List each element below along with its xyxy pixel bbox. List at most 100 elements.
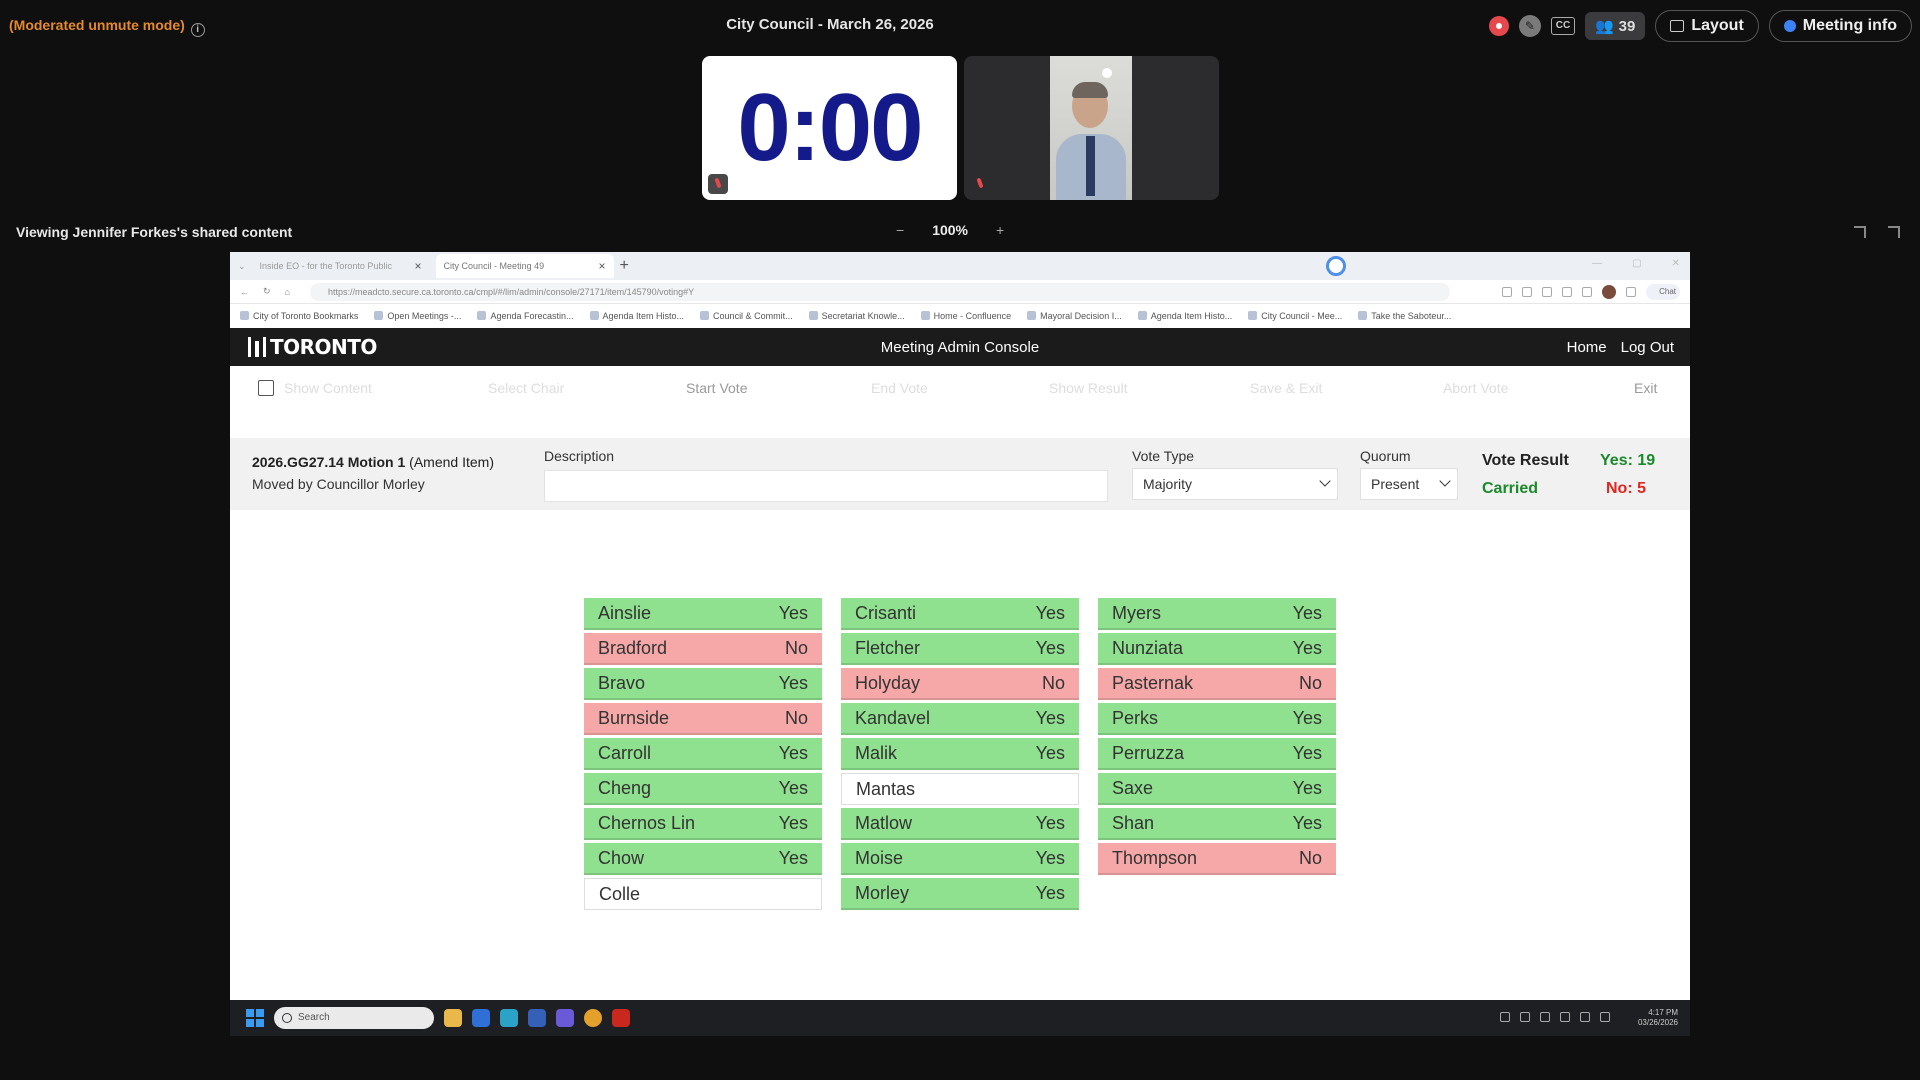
- battery-icon[interactable]: [1600, 1012, 1610, 1022]
- mic-icon[interactable]: [1540, 1012, 1550, 1022]
- tab-list-chevron-icon[interactable]: ⌄: [238, 261, 246, 272]
- copilot-chat-button[interactable]: Chat: [1646, 284, 1680, 300]
- motion-details: 2026.GG27.14 Motion 1 (Amend Item) Moved…: [230, 438, 1690, 510]
- back-icon[interactable]: ←: [240, 287, 249, 297]
- fullscreen-icon[interactable]: [1888, 226, 1900, 238]
- show-content-toggle[interactable]: Show Content: [258, 380, 372, 396]
- vote-row: Burnside No: [584, 703, 822, 735]
- councillor-name: Crisanti: [855, 602, 917, 623]
- volume-icon[interactable]: [1580, 1012, 1590, 1022]
- councillor-name: Bradford: [598, 637, 668, 658]
- address-bar[interactable]: https://meadcto.secure.ca.toronto.ca/cmp…: [309, 282, 1450, 301]
- select-chair-button[interactable]: Select Chair: [488, 380, 564, 396]
- participant-video-tile[interactable]: [964, 56, 1219, 200]
- browser-tab-active[interactable]: City Council - Meeting 49 ×: [435, 254, 614, 278]
- quorum-value: Present: [1371, 476, 1420, 492]
- bookmark-item[interactable]: City Council - Mee...: [1248, 311, 1342, 321]
- app-header: TORONTO Meeting Admin Console Home Log O…: [230, 328, 1690, 366]
- vote-column-3: Myers Yes Nunziata Yes Pasternak No Perks Yes Pe…: [1098, 598, 1336, 878]
- bookmark-item[interactable]: Open Meetings -...: [374, 311, 461, 321]
- captions-icon[interactable]: CC: [1550, 17, 1575, 35]
- taskbar-search[interactable]: Search: [274, 1007, 434, 1029]
- edge-icon[interactable]: [500, 1009, 518, 1027]
- favorite-icon[interactable]: [1542, 287, 1552, 297]
- close-window-icon[interactable]: ✕: [1672, 258, 1680, 269]
- quorum-select[interactable]: Present: [1360, 468, 1458, 500]
- more-icon[interactable]: [1626, 287, 1636, 297]
- windows-taskbar: Search 4:17 PM 03/26/2026: [230, 1000, 1690, 1036]
- vote-type-select[interactable]: Majority: [1132, 468, 1338, 500]
- chevron-down-icon: [1439, 475, 1451, 487]
- show-content-label: Show Content: [284, 380, 372, 396]
- bookmark-item[interactable]: Agenda Item Histo...: [590, 311, 685, 321]
- bookmark-item[interactable]: Council & Commit...: [700, 311, 793, 321]
- layout-button[interactable]: Layout: [1655, 10, 1759, 42]
- vote-row: Shan Yes: [1098, 808, 1336, 840]
- reload-icon[interactable]: ↻: [263, 286, 271, 297]
- pop-out-icon[interactable]: [1854, 226, 1866, 238]
- vote-row: Chow Yes: [584, 843, 822, 875]
- bookmark-item[interactable]: Take the Saboteur...: [1358, 311, 1451, 321]
- vote-value: Yes: [1292, 812, 1322, 833]
- browser-tab[interactable]: Inside EO - for the Toronto Public ×: [252, 254, 430, 278]
- close-tab-icon[interactable]: ×: [415, 259, 422, 273]
- participants-button[interactable]: 👥 39: [1584, 12, 1646, 40]
- close-tab-icon[interactable]: ×: [599, 259, 606, 273]
- vote-type-value: Majority: [1143, 476, 1193, 492]
- vote-value: No: [1041, 672, 1065, 693]
- timer-tile[interactable]: 0:00: [702, 56, 957, 200]
- recording-icon[interactable]: [1488, 16, 1509, 36]
- profile-avatar[interactable]: [1602, 285, 1616, 299]
- onedrive-icon[interactable]: [1520, 1012, 1530, 1022]
- new-tab-icon[interactable]: +: [620, 257, 629, 275]
- vote-row: Bradford No: [584, 633, 822, 665]
- councillor-name: Nunziata: [1112, 637, 1184, 658]
- chrome-icon[interactable]: [584, 1009, 602, 1027]
- outlook-icon[interactable]: [472, 1009, 490, 1027]
- description-field[interactable]: [544, 470, 1108, 502]
- bookmark-item[interactable]: Home - Confluence: [921, 311, 1012, 321]
- collections-icon[interactable]: [1582, 287, 1592, 297]
- ai-assistant-icon[interactable]: ✎: [1518, 15, 1541, 37]
- read-aloud-icon[interactable]: [1522, 287, 1532, 297]
- vote-value: No: [784, 707, 808, 728]
- abort-vote-button[interactable]: Abort Vote: [1443, 380, 1508, 396]
- exit-button[interactable]: Exit: [1634, 380, 1657, 396]
- refresh-icon[interactable]: [1562, 287, 1572, 297]
- clock[interactable]: 4:17 PM 03/26/2026: [1638, 1008, 1678, 1028]
- network-icon[interactable]: [1560, 1012, 1570, 1022]
- home-icon[interactable]: ⌂: [285, 287, 290, 297]
- zoom-in-button[interactable]: +: [996, 222, 1004, 238]
- bookmark-item[interactable]: Agenda Forecastin...: [477, 311, 573, 321]
- meeting-info-icon: [1783, 20, 1796, 32]
- bookmark-item[interactable]: Mayoral Decision I...: [1027, 311, 1122, 321]
- end-vote-button[interactable]: End Vote: [871, 380, 928, 396]
- windows-start-icon[interactable]: [246, 1009, 264, 1027]
- chevron-up-icon[interactable]: [1500, 1012, 1510, 1022]
- bookmark-item[interactable]: Secretariat Knowle...: [809, 311, 905, 321]
- show-result-button[interactable]: Show Result: [1049, 380, 1128, 396]
- home-link[interactable]: Home: [1567, 339, 1607, 356]
- vote-result-status: Carried: [1482, 480, 1539, 497]
- bookmark-item[interactable]: City of Toronto Bookmarks: [240, 311, 358, 321]
- logout-link[interactable]: Log Out: [1621, 339, 1674, 356]
- minimize-icon[interactable]: —: [1592, 258, 1602, 269]
- app-nav: Home Log Out: [1567, 339, 1674, 356]
- councillor-name: Thompson: [1112, 847, 1198, 868]
- teams-icon[interactable]: [556, 1009, 574, 1027]
- zoom-level: 100%: [932, 222, 968, 238]
- vote-row: Myers Yes: [1098, 598, 1336, 630]
- zoom-out-button[interactable]: −: [896, 222, 904, 238]
- maximize-icon[interactable]: ▢: [1632, 258, 1641, 269]
- save-exit-button[interactable]: Save & Exit: [1250, 380, 1322, 396]
- start-vote-button[interactable]: Start Vote: [686, 380, 747, 396]
- word-icon[interactable]: [528, 1009, 546, 1027]
- councillor-name: Shan: [1112, 812, 1155, 833]
- meeting-info-button[interactable]: Meeting info: [1768, 10, 1912, 42]
- zoom-icon[interactable]: [1502, 287, 1512, 297]
- show-content-checkbox[interactable]: [258, 380, 274, 396]
- vote-row: Cheng Yes: [584, 773, 822, 805]
- acrobat-icon[interactable]: [612, 1009, 630, 1027]
- file-explorer-icon[interactable]: [444, 1009, 462, 1027]
- bookmark-item[interactable]: Agenda Item Histo...: [1138, 311, 1233, 321]
